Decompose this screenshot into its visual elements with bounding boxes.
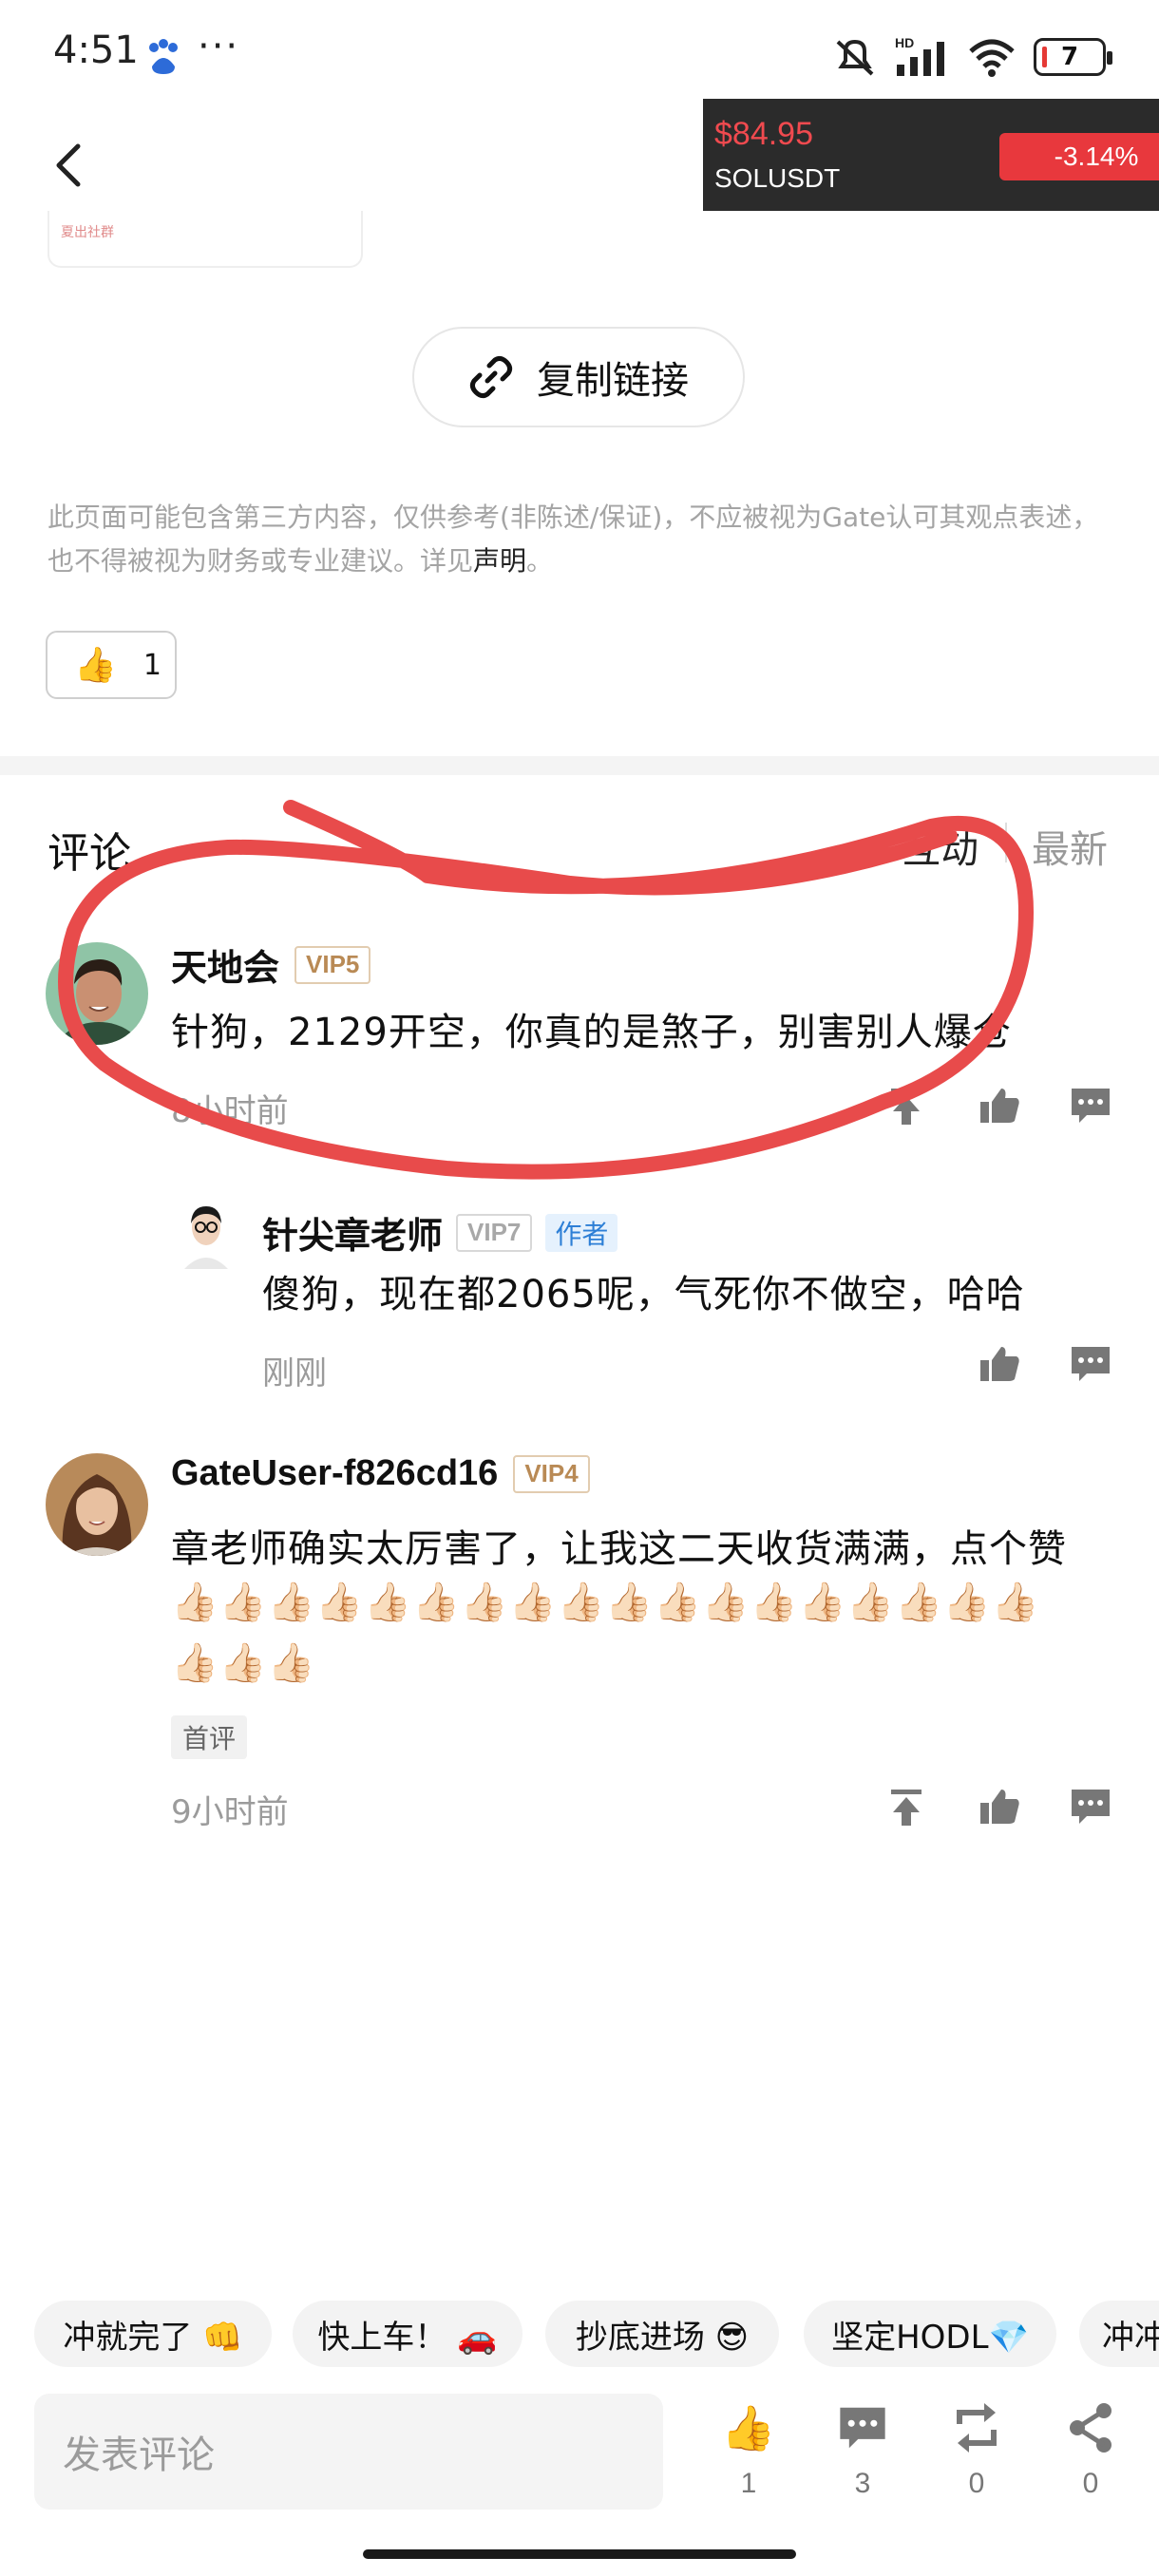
pin-top-icon[interactable]: [885, 1786, 927, 1828]
like-action[interactable]: 👍 1: [711, 2401, 787, 2515]
quick-reply-chip[interactable]: 抄底进场 😎: [545, 2301, 779, 2367]
price-ticker[interactable]: $84.95 SOLUSDT -3.14%: [703, 99, 1159, 211]
avatar[interactable]: [180, 1199, 232, 1269]
comment-count: 3: [854, 2468, 871, 2499]
repost-icon: [957, 2403, 997, 2453]
more-dots: ···: [198, 25, 240, 68]
comment-icon[interactable]: [1070, 1786, 1112, 1828]
thumbs-up-icon[interactable]: [978, 1085, 1020, 1127]
comments-title: 评论: [48, 829, 131, 878]
reply-username[interactable]: 针尖章老师: [262, 1206, 443, 1259]
post-like-button[interactable]: 👍 1: [46, 631, 177, 699]
comment-input[interactable]: 发表评论: [34, 2394, 663, 2510]
link-icon: [469, 355, 513, 399]
status-time: 4:51: [53, 28, 139, 72]
hd-label: HD: [895, 36, 914, 50]
status-icons: HD 7: [832, 34, 1112, 80]
disclaimer-text: 此页面可能包含第三方内容，仅供参考(非陈述/保证)，不应被视为Gate认可其观点…: [48, 496, 1121, 583]
card-text: 夏出社群: [61, 225, 114, 240]
embedded-card[interactable]: 夏出社群: [48, 211, 363, 268]
thumbs-up-icon: 👍: [74, 646, 117, 685]
comment-header: GateUser-f826cd16 VIP4: [171, 1453, 590, 1494]
comment-username[interactable]: GateUser-f826cd16: [171, 1453, 498, 1494]
comment-username[interactable]: 天地会: [171, 938, 279, 991]
comment-text: 章老师确实太厉害了，让我这二天收货满满，点个赞: [171, 1527, 1067, 1571]
ticker-price: $84.95: [714, 116, 813, 152]
avatar[interactable]: [46, 942, 148, 1045]
post-like-count: 1: [142, 648, 162, 682]
reply-text: 傻狗，现在都2065呢，气死你不做空，哈哈: [262, 1273, 1025, 1316]
thumbs-up-icon[interactable]: [978, 1343, 1020, 1385]
disclaimer-body: 此页面可能包含第三方内容，仅供参考(非陈述/保证)，不应被视为Gate认可其观点…: [48, 502, 1099, 577]
reply-header: 针尖章老师 VIP7 作者: [262, 1206, 618, 1259]
back-arrow-icon[interactable]: [48, 141, 93, 190]
quick-reply-chip[interactable]: 坚定HODL💎: [804, 2301, 1056, 2367]
vip-badge: VIP7: [456, 1213, 533, 1252]
signal-icon: HD: [895, 36, 944, 76]
ticker-symbol: SOLUSDT: [714, 163, 841, 193]
vip-badge: VIP5: [294, 945, 371, 984]
emoji-line-2: 👍🏻👍🏻👍🏻: [171, 1641, 316, 1685]
quick-reply-chip[interactable]: 冲冲: [1079, 2301, 1159, 2367]
ticker-change-badge: -3.14%: [999, 133, 1159, 180]
sort-separator: [1005, 823, 1007, 862]
battery-icon: 7: [1034, 38, 1112, 76]
comment-icon: [840, 2407, 885, 2449]
baidu-paw-icon: [149, 39, 178, 74]
copy-link-label: 复制链接: [537, 359, 689, 403]
comment-action[interactable]: 3: [825, 2401, 901, 2515]
comment-icon[interactable]: [1070, 1085, 1112, 1127]
copy-link-button[interactable]: 复制链接: [412, 327, 745, 427]
quick-reply-chip[interactable]: 快上车！ 🚗: [293, 2301, 522, 2367]
repost-count: 0: [968, 2468, 985, 2499]
thumbs-up-icon[interactable]: [978, 1786, 1020, 1828]
like-count: 1: [740, 2468, 757, 2499]
comment-icon[interactable]: [1070, 1343, 1112, 1385]
comment-text: 针狗，2129开空，你真的是煞子，别害别人爆仓: [171, 1011, 1012, 1054]
sort-latest-tab[interactable]: 最新: [1032, 819, 1108, 874]
share-count: 0: [1082, 2468, 1099, 2499]
share-icon: [1070, 2403, 1112, 2453]
disclaimer-end: 。: [526, 545, 554, 577]
home-indicator: [363, 2549, 796, 2559]
mute-bell-icon: [836, 39, 874, 76]
repost-action[interactable]: 0: [939, 2401, 1015, 2515]
avatar[interactable]: [46, 1453, 148, 1556]
sort-interaction-tab[interactable]: 互动: [902, 819, 978, 874]
battery-level: 7: [1060, 43, 1079, 71]
share-action[interactable]: 0: [1053, 2401, 1129, 2515]
disclaimer-link[interactable]: 声明: [473, 545, 526, 577]
section-divider: [0, 756, 1159, 775]
author-tag: 作者: [545, 1213, 618, 1252]
comment-header: 天地会 VIP5: [171, 938, 371, 991]
reply-time: 刚刚: [262, 1354, 327, 1392]
comment-time: 9小时前: [171, 1793, 289, 1831]
pin-top-icon[interactable]: [885, 1085, 927, 1127]
vip-badge: VIP4: [513, 1454, 590, 1493]
emoji-line-1: 👍🏻👍🏻👍🏻👍🏻👍🏻👍🏻👍🏻👍🏻👍🏻👍🏻👍🏻👍🏻👍🏻👍🏻👍🏻👍🏻👍🏻👍🏻: [171, 1581, 1040, 1624]
wifi-icon: [969, 39, 1015, 77]
thumbs-up-icon: 👍: [721, 2402, 776, 2453]
first-comment-tag: 首评: [171, 1715, 248, 1759]
comment-time: 8小时前: [171, 1092, 289, 1130]
quick-reply-chip[interactable]: 冲就完了 👊: [34, 2301, 272, 2367]
